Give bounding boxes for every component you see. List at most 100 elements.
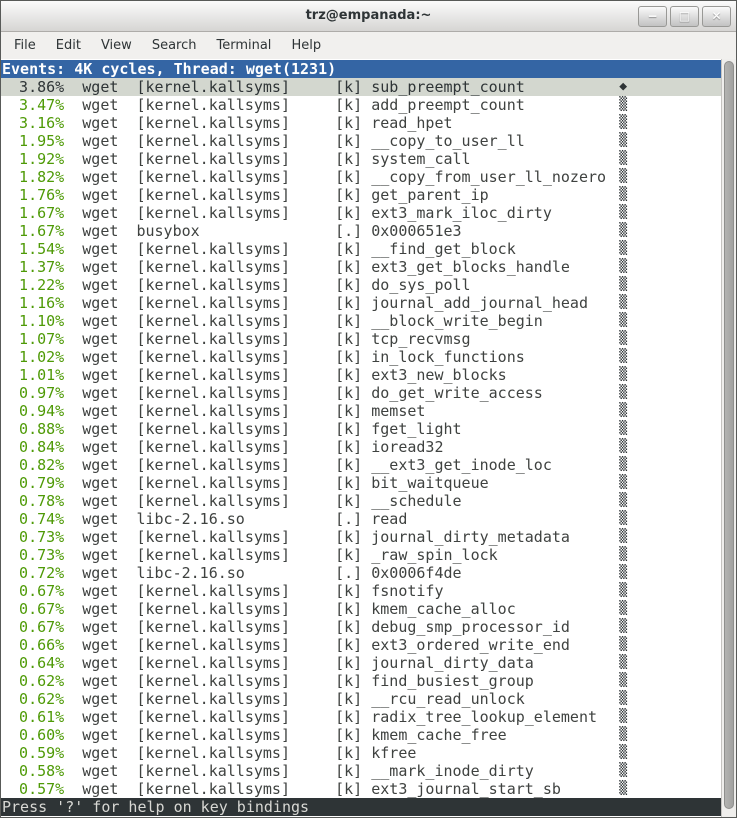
row-scroll-marker: ▒ (619, 654, 627, 672)
menu-search[interactable]: Search (142, 34, 207, 57)
row-mode: [k] (335, 330, 362, 348)
perf-row[interactable]: 1.67% wget busybox [.] 0x000651e3 ▒ (1, 222, 721, 240)
row-mode: [k] (335, 744, 362, 762)
perf-row[interactable]: 0.61% wget [kernel.kallsyms] [k] radix_t… (1, 708, 721, 726)
row-shared-object: [kernel.kallsyms] (136, 654, 290, 672)
menu-help[interactable]: Help (281, 34, 331, 57)
perf-row[interactable]: 0.64% wget [kernel.kallsyms] [k] journal… (1, 654, 721, 672)
title-bar[interactable]: trz@empanada:~ − □ ✕ (1, 1, 736, 32)
perf-row[interactable]: 1.01% wget [kernel.kallsyms] [k] ext3_ne… (1, 366, 721, 384)
perf-row[interactable]: 1.37% wget [kernel.kallsyms] [k] ext3_ge… (1, 258, 721, 276)
perf-row[interactable]: 0.66% wget [kernel.kallsyms] [k] ext3_or… (1, 636, 721, 654)
perf-row[interactable]: 0.67% wget [kernel.kallsyms] [k] kmem_ca… (1, 600, 721, 618)
window-title: trz@empanada:~ (1, 8, 736, 23)
row-percent: 0.66% (1, 636, 64, 654)
row-command: wget (82, 708, 118, 726)
perf-row[interactable]: 3.86% wget [kernel.kallsyms] [k] sub_pre… (1, 78, 721, 96)
row-shared-object: [kernel.kallsyms] (136, 546, 290, 564)
perf-row[interactable]: 0.78% wget [kernel.kallsyms] [k] __sched… (1, 492, 721, 510)
perf-row[interactable]: 0.88% wget [kernel.kallsyms] [k] fget_li… (1, 420, 721, 438)
row-scroll-marker: ▒ (619, 510, 627, 528)
perf-row[interactable]: 1.16% wget [kernel.kallsyms] [k] journal… (1, 294, 721, 312)
row-mode: [k] (335, 96, 362, 114)
perf-row[interactable]: 0.58% wget [kernel.kallsyms] [k] __mark_… (1, 762, 721, 780)
row-shared-object: [kernel.kallsyms] (136, 492, 290, 510)
row-percent: 1.02% (1, 348, 64, 366)
row-symbol: __mark_inode_dirty (371, 762, 534, 780)
row-symbol: tcp_recvmsg (371, 330, 470, 348)
row-shared-object: [kernel.kallsyms] (136, 132, 290, 150)
row-command: wget (82, 348, 118, 366)
row-mode: [k] (335, 528, 362, 546)
perf-row[interactable]: 3.47% wget [kernel.kallsyms] [k] add_pre… (1, 96, 721, 114)
row-command: wget (82, 384, 118, 402)
row-symbol: fget_light (371, 420, 461, 438)
row-percent: 0.79% (1, 474, 64, 492)
row-shared-object: libc-2.16.so (136, 510, 244, 528)
perf-row[interactable]: 0.73% wget [kernel.kallsyms] [k] journal… (1, 528, 721, 546)
row-symbol: kmem_cache_free (371, 726, 506, 744)
perf-row[interactable]: 1.76% wget [kernel.kallsyms] [k] get_par… (1, 186, 721, 204)
perf-row[interactable]: 0.72% wget libc-2.16.so [.] 0x0006f4de ▒ (1, 564, 721, 582)
row-mode: [.] (335, 222, 362, 240)
perf-row[interactable]: 0.97% wget [kernel.kallsyms] [k] do_get_… (1, 384, 721, 402)
row-command: wget (82, 546, 118, 564)
perf-row[interactable]: 0.60% wget [kernel.kallsyms] [k] kmem_ca… (1, 726, 721, 744)
minimize-button[interactable]: − (638, 6, 667, 27)
perf-row[interactable]: 0.74% wget libc-2.16.so [.] read ▒ (1, 510, 721, 528)
row-mode: [k] (335, 258, 362, 276)
menu-terminal[interactable]: Terminal (206, 34, 281, 57)
row-symbol: __rcu_read_unlock (371, 690, 525, 708)
perf-row[interactable]: 0.62% wget [kernel.kallsyms] [k] find_bu… (1, 672, 721, 690)
row-percent: 0.67% (1, 600, 64, 618)
perf-row[interactable]: 3.16% wget [kernel.kallsyms] [k] read_hp… (1, 114, 721, 132)
row-scroll-marker: ▒ (619, 780, 627, 798)
perf-row[interactable]: 0.79% wget [kernel.kallsyms] [k] bit_wai… (1, 474, 721, 492)
perf-row[interactable]: 1.67% wget [kernel.kallsyms] [k] ext3_ma… (1, 204, 721, 222)
menu-edit[interactable]: Edit (46, 34, 91, 57)
row-command: wget (82, 780, 118, 798)
perf-row[interactable]: 0.67% wget [kernel.kallsyms] [k] fsnotif… (1, 582, 721, 600)
menu-file[interactable]: File (4, 34, 46, 57)
row-shared-object: [kernel.kallsyms] (136, 582, 290, 600)
row-scroll-marker: ▒ (619, 204, 627, 222)
scrollbar-track[interactable] (721, 59, 736, 817)
perf-row[interactable]: 0.59% wget [kernel.kallsyms] [k] kfree ▒ (1, 744, 721, 762)
row-shared-object: [kernel.kallsyms] (136, 168, 290, 186)
perf-row[interactable]: 1.10% wget [kernel.kallsyms] [k] __block… (1, 312, 721, 330)
perf-row[interactable]: 0.57% wget [kernel.kallsyms] [k] ext3_jo… (1, 780, 721, 798)
perf-row[interactable]: 0.67% wget [kernel.kallsyms] [k] debug_s… (1, 618, 721, 636)
perf-row[interactable]: 1.54% wget [kernel.kallsyms] [k] __find_… (1, 240, 721, 258)
maximize-button[interactable]: □ (670, 6, 699, 27)
row-percent: 0.61% (1, 708, 64, 726)
row-scroll-marker: ▒ (619, 240, 627, 258)
row-symbol: 0x0006f4de (371, 564, 461, 582)
perf-row[interactable]: 1.02% wget [kernel.kallsyms] [k] in_lock… (1, 348, 721, 366)
perf-row[interactable]: 1.22% wget [kernel.kallsyms] [k] do_sys_… (1, 276, 721, 294)
row-symbol: ext3_ordered_write_end (371, 636, 570, 654)
perf-row[interactable]: 0.73% wget [kernel.kallsyms] [k] _raw_sp… (1, 546, 721, 564)
row-scroll-marker: ▒ (619, 582, 627, 600)
perf-row[interactable]: 0.84% wget [kernel.kallsyms] [k] ioread3… (1, 438, 721, 456)
row-symbol: read (371, 510, 407, 528)
row-scroll-marker: ▒ (619, 690, 627, 708)
row-symbol: do_sys_poll (371, 276, 470, 294)
perf-row[interactable]: 1.82% wget [kernel.kallsyms] [k] __copy_… (1, 168, 721, 186)
row-command: wget (82, 276, 118, 294)
perf-row[interactable]: 0.62% wget [kernel.kallsyms] [k] __rcu_r… (1, 690, 721, 708)
row-symbol: bit_waitqueue (371, 474, 488, 492)
perf-row[interactable]: 0.94% wget [kernel.kallsyms] [k] memset … (1, 402, 721, 420)
scrollbar-thumb[interactable] (724, 61, 734, 809)
row-symbol: read_hpet (371, 114, 452, 132)
row-command: wget (82, 150, 118, 168)
perf-row[interactable]: 1.92% wget [kernel.kallsyms] [k] system_… (1, 150, 721, 168)
row-symbol: ext3_new_blocks (371, 366, 506, 384)
perf-row[interactable]: 1.07% wget [kernel.kallsyms] [k] tcp_rec… (1, 330, 721, 348)
row-command: wget (82, 744, 118, 762)
menu-view[interactable]: View (91, 34, 142, 57)
close-button[interactable]: ✕ (702, 6, 731, 27)
perf-row[interactable]: 0.82% wget [kernel.kallsyms] [k] __ext3_… (1, 456, 721, 474)
row-shared-object: [kernel.kallsyms] (136, 456, 290, 474)
row-percent: 0.67% (1, 582, 64, 600)
perf-row[interactable]: 1.95% wget [kernel.kallsyms] [k] __copy_… (1, 132, 721, 150)
